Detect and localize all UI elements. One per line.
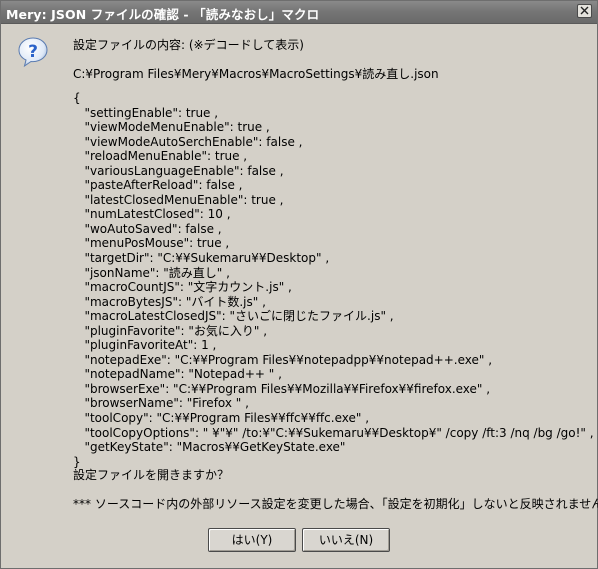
json-line: "notepadName": "Notepad++ " , [73, 367, 282, 382]
settings-file-path: C:¥Program Files¥Mery¥Macros¥MacroSettin… [73, 67, 439, 81]
json-line: "toolCopyOptions": " ¥"¥" /to:¥"C:¥¥Suke… [73, 425, 594, 440]
title-bar[interactable]: Mery: JSON ファイルの確認 - 「読みなおし」マクロ [1, 1, 597, 24]
json-line: "settingEnable": true , [73, 105, 219, 120]
dialog-window: Mery: JSON ファイルの確認 - 「読みなおし」マクロ ? 設定ファイル… [0, 0, 598, 569]
yes-button-label: はい(Y) [231, 533, 273, 547]
json-line: "toolCopy": "C:¥¥Program Files¥¥ffc¥¥ffc… [73, 411, 370, 426]
no-button[interactable]: いいえ(N) [302, 528, 390, 552]
json-line: "macroCountJS": "文字カウント.js" , [73, 280, 292, 295]
json-line: "browserName": "Firefox " , [73, 396, 249, 411]
json-line: "browserExe": "C:¥¥Program Files¥¥Mozill… [73, 381, 491, 396]
json-line: "pluginFavoriteAt": 1 , [73, 338, 217, 353]
json-line: "reloadMenuEnable": true , [73, 149, 248, 164]
json-line: "woAutoSaved": false , [73, 221, 222, 236]
open-file-question: 設定ファイルを開きますか？ [73, 468, 230, 482]
question-icon: ? [18, 37, 48, 68]
json-content: { "settingEnable": true , "viewModeMenuE… [73, 91, 594, 469]
json-line: "variousLanguageEnable": false , [73, 163, 284, 178]
window-title: Mery: JSON ファイルの確認 - 「読みなおし」マクロ [6, 7, 320, 22]
json-line: "pluginFavorite": "お気に入り" , [73, 323, 268, 338]
yes-button[interactable]: はい(Y) [208, 528, 296, 552]
dialog-body: ? 設定ファイルの内容: (※デコードして表示) C:¥Program File… [1, 24, 598, 568]
json-line: "menuPosMouse": true , [73, 236, 230, 251]
json-line: "targetDir": "C:¥¥Sukemaru¥¥Desktop" , [73, 251, 330, 266]
close-icon [580, 6, 589, 15]
json-line: "numLatestClosed": 10 , [73, 207, 231, 222]
json-line: "latestClosedMenuEnable": true , [73, 192, 284, 207]
json-line: "viewModeAutoSerchEnable": false , [73, 134, 303, 149]
json-line: "getKeyState": "Macros¥¥GetKeyState.exe" [73, 440, 346, 455]
no-button-label: いいえ(N) [318, 533, 374, 547]
json-line: "viewModeMenuEnable": true , [73, 120, 270, 135]
svg-text:?: ? [28, 42, 38, 62]
json-line: "macroBytesJS": "バイト数.js" , [73, 294, 266, 309]
json-line: "pasteAfterReload": false , [73, 178, 243, 193]
json-line: "notepadExe": "C:¥¥Program Files¥¥notepa… [73, 352, 493, 367]
json-line: { [73, 91, 81, 105]
json-line: "jsonName": "読み直し" , [73, 265, 230, 280]
close-button[interactable] [577, 4, 592, 18]
json-line: "macroLatestClosedJS": "さいごに閉じたファイル.js" … [73, 309, 394, 324]
dialog-heading: 設定ファイルの内容: (※デコードして表示) [73, 38, 304, 52]
reset-settings-note: *** ソースコード内の外部リソース設定を変更した場合、「設定を初期化」しないと… [73, 497, 598, 511]
